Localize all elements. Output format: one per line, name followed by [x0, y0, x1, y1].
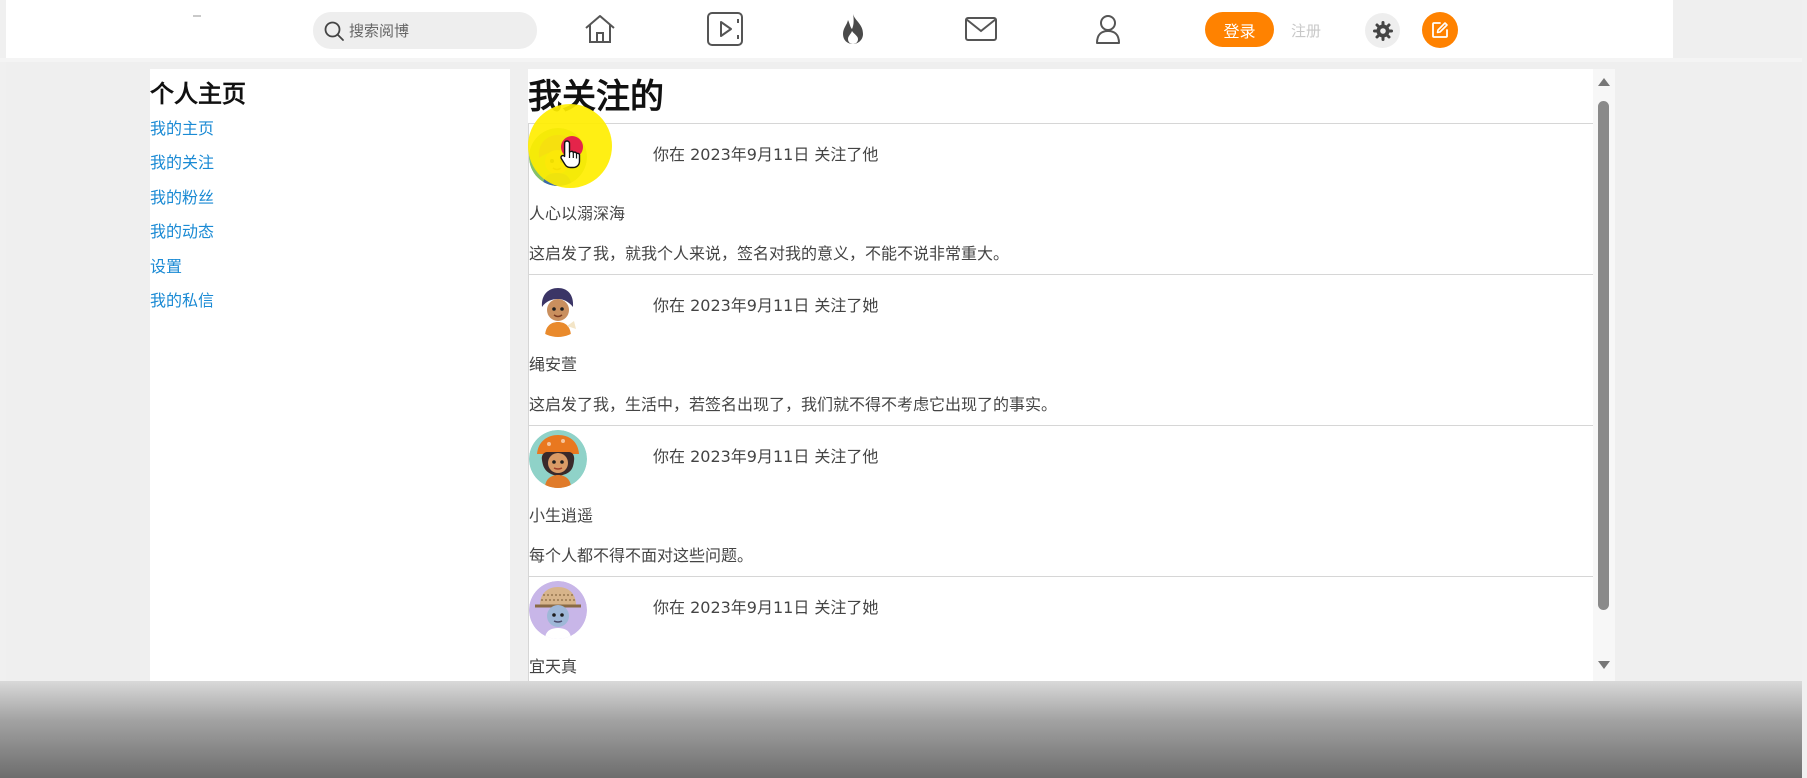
header-divider	[0, 58, 1807, 62]
follow-card: 你在 2023年9月11日 关注了她 绳安萱 这启发了我，生活中，若签名出现了，…	[528, 274, 1594, 425]
logo	[193, 15, 201, 17]
sidebar-link-messages[interactable]: 我的私信	[150, 284, 214, 318]
search-input[interactable]	[349, 12, 527, 49]
username[interactable]: 人心以溺深海	[529, 200, 625, 224]
sidebar-link-fans[interactable]: 我的粉丝	[150, 181, 214, 215]
avatar-straw-hat-icon[interactable]	[529, 581, 587, 639]
bio: 这启发了我，生活中，若签名出现了，我们就不得不考虑它出现了的事实。	[529, 395, 1058, 414]
follow-time-text: 你在 2023年9月11日 关注了他	[653, 145, 879, 164]
page-edge	[0, 0, 6, 778]
sidebar-link-home[interactable]: 我的主页	[150, 112, 214, 146]
bio: 这启发了我，就我个人来说，签名对我的意义，不能不说非常重大。	[529, 244, 1010, 263]
follow-card: 你在 2023年9月11日 关注了他 人心以溺深海 这启发了我，就我个人来说，签…	[528, 123, 1594, 274]
follow-time-text: 你在 2023年9月11日 关注了她	[653, 296, 879, 315]
scroll-thumb[interactable]	[1598, 101, 1609, 610]
search-icon	[324, 21, 344, 41]
page-edge	[1802, 0, 1807, 778]
username[interactable]: 宜天真	[529, 653, 577, 677]
edit-icon	[1432, 22, 1448, 38]
write-post-button[interactable]	[1422, 12, 1458, 48]
follow-time-text: 你在 2023年9月11日 关注了她	[653, 598, 879, 617]
search-box[interactable]	[313, 12, 537, 49]
sidebar-nav: 我的主页 我的关注 我的粉丝 我的动态 设置 我的私信	[150, 112, 214, 318]
settings-button[interactable]	[1365, 13, 1400, 48]
hot-icon[interactable]	[834, 11, 872, 47]
follow-card: 你在 2023年9月11日 关注了她 宜天真	[528, 576, 1594, 681]
follow-list: 你在 2023年9月11日 关注了他 人心以溺深海 这启发了我，就我个人来说，签…	[528, 123, 1594, 681]
avatar-orange-hat-icon[interactable]	[529, 430, 587, 488]
follow-card: 你在 2023年9月11日 关注了他 小生逍遥 每个人都不得不面对这些问题。	[528, 425, 1594, 576]
sidebar-link-activity[interactable]: 我的动态	[150, 215, 214, 249]
hand-cursor-icon	[560, 140, 581, 169]
page-title: 我关注的	[528, 77, 664, 117]
scroll-up-arrow-icon[interactable]	[1598, 78, 1610, 86]
sidebar-link-following[interactable]: 我的关注	[150, 146, 214, 180]
mail-icon[interactable]	[962, 11, 1000, 47]
sidebar: 个人主页 我的主页 我的关注 我的粉丝 我的动态 设置 我的私信	[150, 69, 510, 681]
top-navbar: 登录 注册	[6, 0, 1673, 58]
follow-time-text: 你在 2023年9月11日 关注了他	[653, 447, 879, 466]
scrollbar[interactable]	[1593, 69, 1615, 681]
bottom-shadow	[0, 681, 1807, 778]
gear-icon	[1372, 20, 1393, 41]
login-button[interactable]: 登录	[1205, 12, 1274, 47]
sidebar-title: 个人主页	[150, 80, 246, 108]
username[interactable]: 小生逍遥	[529, 502, 593, 526]
avatar-dark-hair-icon[interactable]	[529, 279, 587, 337]
home-icon[interactable]	[581, 11, 619, 47]
bio: 每个人都不得不面对这些问题。	[529, 546, 754, 565]
register-link[interactable]: 注册	[1291, 20, 1321, 41]
video-icon[interactable]	[706, 11, 744, 47]
username[interactable]: 绳安萱	[529, 351, 577, 375]
scroll-down-arrow-icon[interactable]	[1598, 661, 1610, 669]
user-icon[interactable]	[1089, 11, 1127, 47]
main-content: 我关注的 你在 2023年9月11日 关注了他 人心以溺深海 这启发了我，就我个…	[528, 69, 1615, 681]
sidebar-link-settings[interactable]: 设置	[150, 250, 214, 284]
